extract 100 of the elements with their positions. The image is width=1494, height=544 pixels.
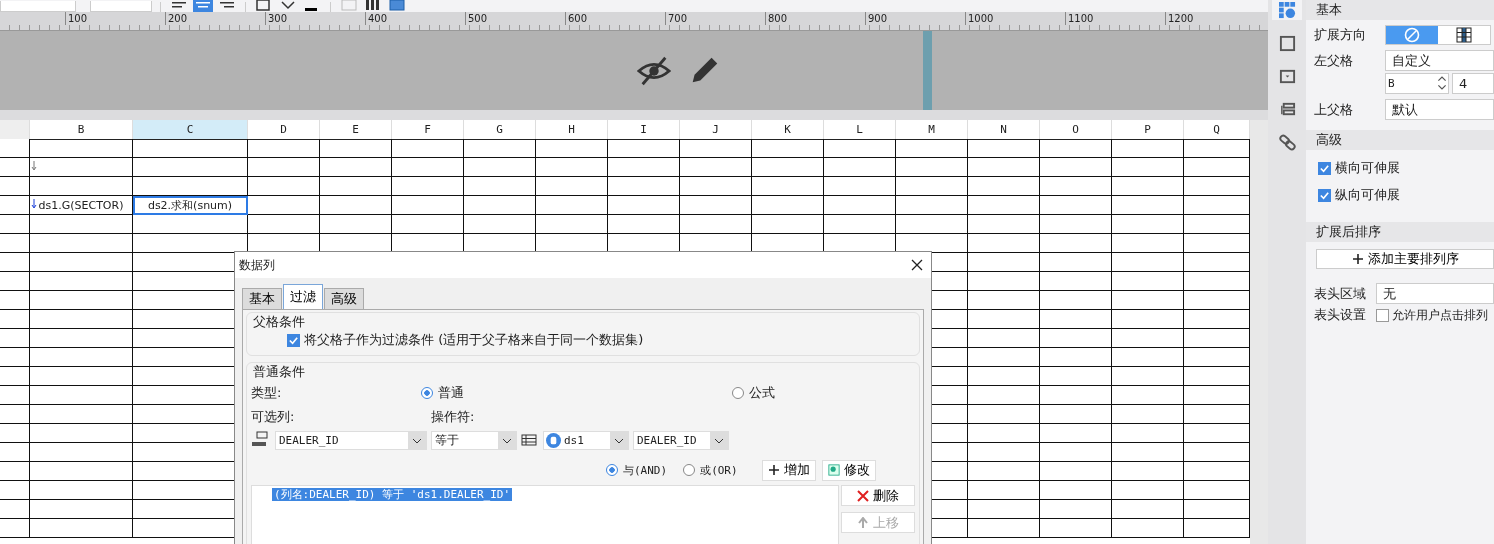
radio-button[interactable] [683, 464, 696, 476]
table-cell[interactable] [968, 329, 1040, 348]
table-cell[interactable] [133, 158, 248, 177]
table-cell[interactable] [1112, 367, 1184, 386]
table-cell[interactable] [30, 462, 133, 481]
column-header[interactable]: B [30, 120, 133, 140]
column-header[interactable]: I [608, 120, 680, 140]
table-cell[interactable] [30, 215, 133, 234]
table-cell[interactable] [1040, 519, 1112, 538]
table-cell[interactable] [248, 158, 320, 177]
table-cell[interactable] [1040, 348, 1112, 367]
dialog-tab[interactable]: 高级 [324, 288, 364, 309]
top-parent-dropdown[interactable]: 默认 [1385, 99, 1494, 120]
table-cell[interactable] [824, 158, 896, 177]
operator-dropdown[interactable]: 等于 [431, 430, 517, 450]
chevron-down-icon[interactable] [408, 431, 426, 449]
table-cell[interactable] [1112, 329, 1184, 348]
table-cell[interactable] [30, 310, 133, 329]
table-cell[interactable] [30, 424, 133, 443]
table-cell[interactable] [1112, 462, 1184, 481]
table-cell[interactable] [392, 215, 464, 234]
row-header[interactable] [0, 500, 30, 519]
column-header[interactable]: G [464, 120, 536, 140]
font-name-field[interactable] [0, 1, 76, 12]
row-header[interactable] [0, 405, 30, 424]
table-cell[interactable] [1112, 196, 1184, 215]
table-cell[interactable] [968, 424, 1040, 443]
table-cell[interactable] [30, 386, 133, 405]
table-cell[interactable] [896, 215, 968, 234]
table-cell[interactable] [608, 215, 680, 234]
add-button[interactable]: 增加 [761, 459, 816, 481]
table-cell[interactable] [1112, 310, 1184, 329]
table-cell[interactable] [1040, 139, 1112, 158]
row-header[interactable] [0, 196, 30, 215]
column-header[interactable]: O [1040, 120, 1112, 140]
table-cell[interactable] [968, 253, 1040, 272]
list-icon[interactable] [521, 434, 539, 446]
delete-button[interactable]: 删除 [841, 485, 915, 506]
table-cell[interactable] [752, 177, 824, 196]
table-cell[interactable] [30, 348, 133, 367]
edit-button[interactable]: 修改 [821, 459, 876, 481]
dialog-tab[interactable]: 过滤 [283, 284, 323, 309]
table-cell[interactable] [824, 177, 896, 196]
table-cell[interactable] [1040, 234, 1112, 253]
row-header[interactable] [0, 253, 30, 272]
table-cell[interactable] [1040, 462, 1112, 481]
table-cell[interactable] [968, 196, 1040, 215]
table-cell[interactable] [752, 196, 824, 215]
table-cell[interactable] [248, 177, 320, 196]
chevron-down-icon[interactable] [498, 431, 516, 449]
column-header[interactable]: P [1112, 120, 1184, 140]
table-cell[interactable] [968, 139, 1040, 158]
table-cell[interactable] [1040, 196, 1112, 215]
chevron-down-icon[interactable] [710, 431, 728, 449]
table-cell[interactable] [896, 139, 968, 158]
table-cell[interactable] [752, 215, 824, 234]
table-cell[interactable] [968, 234, 1040, 253]
table-cell[interactable] [1040, 481, 1112, 500]
table-cell[interactable] [30, 253, 133, 272]
table-cell[interactable] [680, 139, 752, 158]
table-cell[interactable] [30, 139, 133, 158]
column-header[interactable]: F [392, 120, 464, 140]
row-field[interactable]: 4 [1452, 73, 1494, 94]
row-header[interactable] [0, 215, 30, 234]
table-cell[interactable] [1040, 310, 1112, 329]
column-header[interactable]: D [248, 120, 320, 140]
table-cell[interactable] [608, 158, 680, 177]
table-cell[interactable] [824, 139, 896, 158]
table-cell[interactable] [1112, 291, 1184, 310]
row-header[interactable] [0, 177, 30, 196]
row-header[interactable] [0, 386, 30, 405]
column-header[interactable]: E [320, 120, 392, 140]
row-header[interactable] [0, 310, 30, 329]
table-cell[interactable] [1112, 519, 1184, 538]
row-header[interactable] [0, 462, 30, 481]
row-header[interactable] [0, 519, 30, 538]
checkbox[interactable] [1318, 188, 1331, 202]
table-cell[interactable] [608, 139, 680, 158]
table-cell[interactable] [464, 215, 536, 234]
checkbox[interactable] [287, 333, 300, 347]
table-cell[interactable] [824, 196, 896, 215]
field-dropdown[interactable]: DEALER_ID [633, 430, 729, 450]
table-cell[interactable] [1040, 272, 1112, 291]
chevron-down-icon[interactable] [610, 431, 628, 449]
table-cell[interactable] [1040, 424, 1112, 443]
column-header[interactable]: M [896, 120, 968, 140]
column-header[interactable]: N [968, 120, 1040, 140]
column-header[interactable]: K [752, 120, 824, 140]
row-header[interactable] [0, 139, 30, 158]
row-header[interactable] [0, 291, 30, 310]
table-cell[interactable] [1112, 158, 1184, 177]
table-cell[interactable] [1040, 329, 1112, 348]
column-header[interactable]: C [133, 120, 248, 140]
table-cell[interactable] [968, 462, 1040, 481]
table-cell[interactable] [1112, 177, 1184, 196]
table-cell[interactable] [968, 177, 1040, 196]
column-header[interactable]: J [680, 120, 752, 140]
dialog-tab[interactable]: 基本 [242, 288, 282, 309]
column-type-icon[interactable] [251, 431, 271, 449]
table-cell[interactable] [680, 196, 752, 215]
